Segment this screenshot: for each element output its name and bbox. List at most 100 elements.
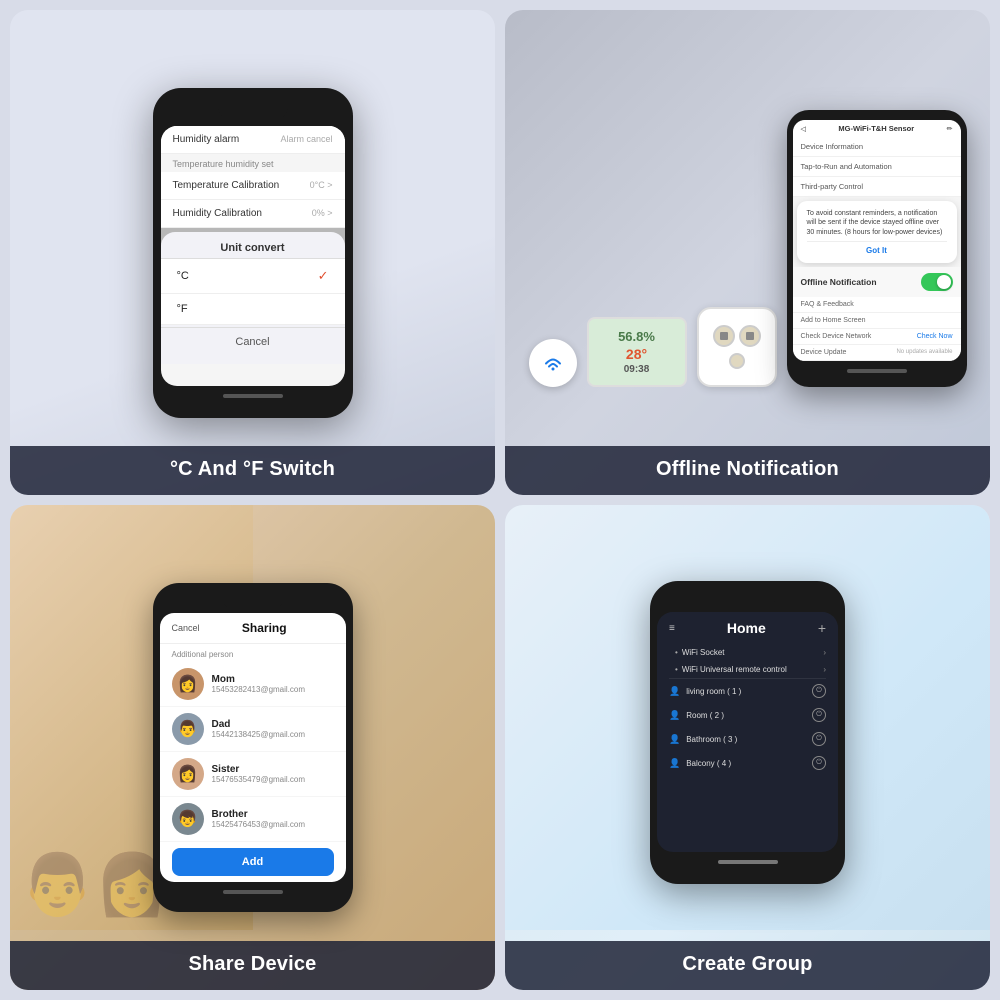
settings-row-humidity-cal: Humidity Calibration 0% > bbox=[161, 200, 345, 228]
device-update-label: Device Update bbox=[801, 349, 847, 356]
person-name-mom: Mom bbox=[212, 674, 334, 685]
phone-screen-3: Cancel Sharing x Additional person 👩 Mom… bbox=[160, 613, 346, 882]
edit-icon: ✏ bbox=[947, 125, 953, 133]
group-left-balcony: 👤 Balcony ( 4 ) bbox=[669, 758, 731, 769]
phone-mockup-4: ≡ Home + •WiFi Socket › •WiFi Universal … bbox=[650, 581, 845, 884]
option-fahrenheit[interactable]: °F bbox=[161, 294, 345, 325]
cell-celsius-fahrenheit: Humidity alarm Alarm cancel Temperature … bbox=[10, 10, 495, 495]
toggle-knob bbox=[937, 275, 951, 289]
device-update-row: Device Update No updates available bbox=[793, 345, 961, 361]
phone-notch-3 bbox=[223, 595, 283, 609]
group-row-room: 👤 Room ( 2 ) ⏻ bbox=[657, 703, 838, 727]
cell2-label: Offline Notification bbox=[505, 446, 990, 495]
person-info-dad: Dad 15442138425@gmail.com bbox=[212, 719, 334, 739]
phone-home-bar-3 bbox=[223, 890, 283, 894]
temp-cal-label: Temperature Calibration bbox=[173, 180, 280, 191]
phone-home-bar-1 bbox=[223, 394, 283, 398]
power-icon-balcony[interactable]: ⏻ bbox=[812, 756, 826, 770]
phone-home-bar-4 bbox=[718, 860, 778, 864]
app-header: ◁ MG-WiFi-T&H Sensor ✏ bbox=[793, 120, 961, 137]
phone-mockup-2: ◁ MG-WiFi-T&H Sensor ✏ Device Informatio… bbox=[787, 110, 967, 386]
cell-share-device: 👨‍👩 Cancel Sharing x Additional person 👩… bbox=[10, 505, 495, 990]
phone-screen-2: ◁ MG-WiFi-T&H Sensor ✏ Device Informatio… bbox=[793, 120, 961, 360]
phone-mockup-1: Humidity alarm Alarm cancel Temperature … bbox=[153, 88, 353, 418]
faq-label: FAQ & Feedback bbox=[801, 301, 854, 308]
humidity-cal-value: 0% > bbox=[312, 208, 333, 218]
power-icon-bathroom[interactable]: ⏻ bbox=[812, 732, 826, 746]
offline-toggle[interactable] bbox=[921, 273, 953, 291]
main-grid: Humidity alarm Alarm cancel Temperature … bbox=[0, 0, 1000, 1000]
humidity-alarm-label: Humidity alarm bbox=[173, 134, 240, 145]
arrow-1: › bbox=[823, 648, 826, 657]
arrow-2: › bbox=[823, 665, 826, 674]
avatar-mom: 👩 bbox=[172, 668, 204, 700]
smart-plug bbox=[697, 307, 777, 387]
add-home-row: Add to Home Screen bbox=[793, 313, 961, 329]
plug-hole-1 bbox=[713, 325, 735, 347]
plug-prong-2 bbox=[746, 332, 754, 340]
group-row-balcony: 👤 Balcony ( 4 ) ⏻ bbox=[657, 751, 838, 775]
phone-screen-4: ≡ Home + •WiFi Socket › •WiFi Universal … bbox=[657, 612, 838, 852]
balcony-label: Balcony ( 4 ) bbox=[686, 759, 731, 768]
menu-icon[interactable]: ≡ bbox=[669, 623, 675, 634]
settings-row-humidity-alarm: Humidity alarm Alarm cancel bbox=[161, 126, 345, 154]
person-name-dad: Dad bbox=[212, 719, 334, 730]
person-email-sister: 15476535479@gmail.com bbox=[212, 775, 334, 784]
sensor-humidity: 56.8% bbox=[618, 329, 655, 344]
phone-mockup-3: Cancel Sharing x Additional person 👩 Mom… bbox=[153, 583, 353, 912]
person-info-sister: Sister 15476535479@gmail.com bbox=[212, 764, 334, 784]
option-celsius[interactable]: °C ✓ bbox=[161, 259, 345, 294]
person-info-mom: Mom 15453282413@gmail.com bbox=[212, 674, 334, 694]
phone-notch-1 bbox=[218, 102, 288, 120]
device-row-wifi-remote: •WiFi Universal remote control › bbox=[657, 661, 838, 678]
person-row-brother: 👦 Brother 15425476453@gmail.com bbox=[160, 797, 346, 842]
person-name-sister: Sister bbox=[212, 764, 334, 775]
phone-notch-4 bbox=[720, 595, 775, 608]
got-it-btn[interactable]: Got It bbox=[807, 241, 947, 255]
sharing-header: Cancel Sharing x bbox=[160, 613, 346, 644]
plug-prong-1 bbox=[720, 332, 728, 340]
app-row-tap-run: Tap-to-Run and Automation bbox=[793, 157, 961, 177]
cancel-button[interactable]: Cancel bbox=[161, 327, 345, 356]
sharing-cancel-btn[interactable]: Cancel bbox=[172, 623, 200, 633]
sharing-spacer: x bbox=[329, 623, 334, 633]
check-network-row: Check Device Network Check Now bbox=[793, 329, 961, 345]
group-icon-balcony: 👤 bbox=[669, 758, 680, 769]
living-room-label: living room ( 1 ) bbox=[686, 687, 741, 696]
phone-screen-1: Humidity alarm Alarm cancel Temperature … bbox=[161, 126, 345, 386]
cell4-label: Create Group bbox=[505, 941, 990, 990]
celsius-check: ✓ bbox=[318, 268, 329, 284]
add-button[interactable]: Add bbox=[172, 848, 334, 876]
plug-hole-2 bbox=[739, 325, 761, 347]
sharing-title: Sharing bbox=[242, 621, 287, 635]
check-now-btn[interactable]: Check Now bbox=[917, 333, 953, 340]
person-row-sister: 👩 Sister 15476535479@gmail.com bbox=[160, 752, 346, 797]
notif-text: To avoid constant reminders, a notificat… bbox=[807, 209, 947, 236]
wifi-socket-label: WiFi Socket bbox=[682, 648, 725, 657]
app-row-device-info: Device Information bbox=[793, 137, 961, 157]
person-row-dad: 👨 Dad 15442138425@gmail.com bbox=[160, 707, 346, 752]
humidity-cal-label: Humidity Calibration bbox=[173, 208, 262, 219]
room-label: Room ( 2 ) bbox=[686, 711, 724, 720]
plus-icon[interactable]: + bbox=[818, 620, 826, 636]
modal-overlay: Unit convert °C ✓ °F Cancel bbox=[161, 228, 345, 364]
person-email-mom: 15453282413@gmail.com bbox=[212, 685, 334, 694]
add-home-label: Add to Home Screen bbox=[801, 317, 866, 324]
app-row-third-party: Third-party Control bbox=[793, 177, 961, 197]
celsius-label: °C bbox=[177, 270, 189, 282]
humidity-alarm-value: Alarm cancel bbox=[280, 134, 332, 144]
device-name-label: MG-WiFi-T&H Sensor bbox=[838, 124, 914, 133]
sensor-temp: 28° bbox=[626, 346, 647, 362]
wifi-badge-icon bbox=[529, 339, 577, 387]
home-title: Home bbox=[727, 620, 766, 636]
power-icon-room[interactable]: ⏻ bbox=[812, 708, 826, 722]
person-row-mom: 👩 Mom 15453282413@gmail.com bbox=[160, 662, 346, 707]
wifi-remote-label: WiFi Universal remote control bbox=[682, 665, 787, 674]
app-back-icon: ◁ bbox=[801, 125, 806, 133]
group-left-room: 👤 Room ( 2 ) bbox=[669, 710, 724, 721]
power-icon-living[interactable]: ⏻ bbox=[812, 684, 826, 698]
group-row-living: 👤 living room ( 1 ) ⏻ bbox=[657, 679, 838, 703]
offline-label: Offline Notification bbox=[801, 277, 877, 287]
check-network-label: Check Device Network bbox=[801, 333, 872, 340]
notification-popup: To avoid constant reminders, a notificat… bbox=[797, 201, 957, 262]
